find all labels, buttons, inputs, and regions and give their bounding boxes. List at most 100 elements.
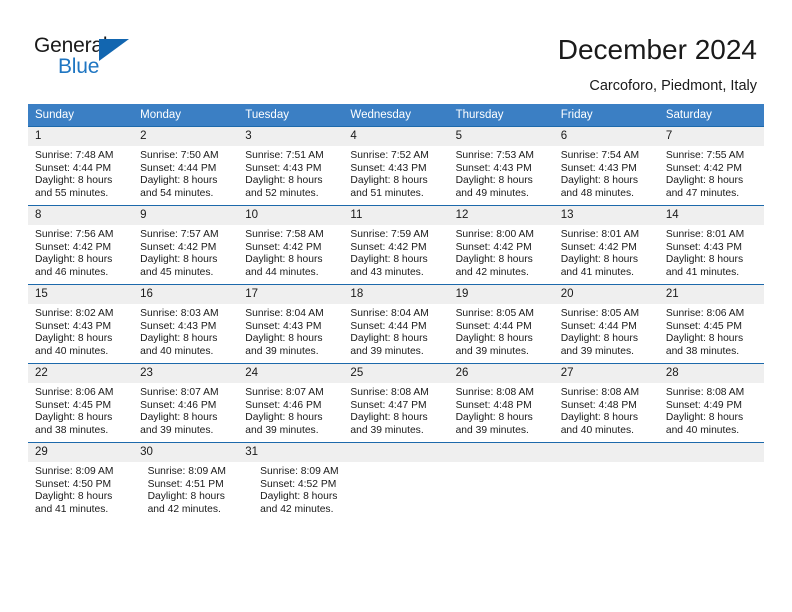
day-number[interactable]: 18 (343, 285, 448, 304)
sunrise-text: Sunrise: 8:04 AM (245, 308, 324, 319)
weekday-header-row: Sunday Monday Tuesday Wednesday Thursday… (28, 104, 764, 126)
day-number[interactable]: 27 (554, 364, 659, 383)
sunset-text: Sunset: 4:43 PM (245, 320, 322, 332)
sunset-text: Sunset: 4:44 PM (140, 162, 217, 174)
day-number[interactable]: 1 (28, 127, 133, 146)
daylight-text-cont: and 54 minutes. (140, 187, 214, 199)
day-number[interactable]: 25 (343, 364, 448, 383)
day-number[interactable]: 30 (133, 443, 238, 462)
sunrise-text: Sunrise: 8:06 AM (665, 308, 745, 319)
calendar-page: General Blue December 2024 Carcoforo, Pi… (0, 0, 792, 612)
sunrise-text: Sunrise: 8:08 AM (350, 387, 429, 398)
day-cell: Sunrise: 8:09 AM Sunset: 4:52 PM Dayligh… (253, 462, 366, 521)
sunset-text: Sunset: 4:44 PM (560, 320, 637, 332)
daylight-text-cont: and 51 minutes. (350, 187, 424, 199)
day-number[interactable]: 14 (659, 206, 764, 225)
daylight-text: Daylight: 8 hours (260, 491, 338, 503)
daylight-text-cont: and 52 minutes. (245, 187, 319, 199)
day-number-row: 15 16 17 18 19 20 21 (28, 285, 764, 304)
daylight-text: Daylight: 8 hours (455, 412, 533, 424)
day-number[interactable]: 28 (659, 364, 764, 383)
day-detail-row: Sunrise: 8:02 AM Sunset: 4:43 PM Dayligh… (28, 304, 764, 363)
daylight-text-cont: and 45 minutes. (140, 266, 214, 278)
day-cell: Sunrise: 8:05 AM Sunset: 4:44 PM Dayligh… (449, 304, 554, 363)
day-cell: Sunrise: 8:00 AM Sunset: 4:42 PM Dayligh… (449, 225, 554, 284)
sunrise-text: Sunrise: 7:48 AM (35, 150, 114, 161)
daylight-text: Daylight: 8 hours (455, 254, 533, 266)
calendar-week-row: 1 2 3 4 5 6 7 Sunrise: 7:48 AM Sunset: 4… (28, 126, 764, 205)
calendar-week-row: 29 30 31 Sunrise: 8:09 AM Sunset: 4:50 P… (28, 442, 764, 521)
day-number[interactable]: 5 (449, 127, 554, 146)
weekday-header-saturday: Saturday (665, 109, 712, 121)
daylight-text-cont: and 42 minutes. (455, 266, 529, 278)
day-number[interactable]: 4 (343, 127, 448, 146)
sunset-text: Sunset: 4:50 PM (35, 478, 112, 490)
day-number[interactable]: 31 (238, 443, 343, 462)
sunset-text: Sunset: 4:42 PM (455, 241, 532, 253)
sunset-text: Sunset: 4:42 PM (560, 241, 637, 253)
daylight-text-cont: and 38 minutes. (35, 424, 109, 436)
sunrise-text: Sunrise: 8:05 AM (560, 308, 640, 319)
day-number[interactable]: 11 (343, 206, 448, 225)
general-blue-logo[interactable]: General Blue (34, 34, 214, 84)
day-number[interactable]: 24 (238, 364, 343, 383)
daylight-text: Daylight: 8 hours (35, 175, 113, 187)
daylight-text: Daylight: 8 hours (245, 175, 323, 187)
day-number[interactable]: 12 (449, 206, 554, 225)
sunset-text: Sunset: 4:44 PM (350, 320, 427, 332)
day-number-row: 1 2 3 4 5 6 7 (28, 127, 764, 146)
sunset-text: Sunset: 4:45 PM (665, 320, 742, 332)
page-subtitle: Carcoforo, Piedmont, Italy (589, 78, 757, 94)
day-number[interactable]: 10 (238, 206, 343, 225)
sunrise-text: Sunrise: 8:08 AM (455, 387, 534, 398)
daylight-text: Daylight: 8 hours (140, 254, 218, 266)
sunrise-text: Sunrise: 7:55 AM (665, 150, 745, 161)
day-number[interactable]: 16 (133, 285, 238, 304)
daylight-text: Daylight: 8 hours (35, 491, 113, 503)
day-number[interactable]: 9 (133, 206, 238, 225)
day-number[interactable]: 26 (449, 364, 554, 383)
day-cell: Sunrise: 7:59 AM Sunset: 4:42 PM Dayligh… (343, 225, 448, 284)
daylight-text-cont: and 44 minutes. (245, 266, 319, 278)
sunrise-text: Sunrise: 7:57 AM (140, 229, 219, 240)
sunrise-text: Sunrise: 8:03 AM (140, 308, 219, 319)
day-number[interactable]: 7 (659, 127, 764, 146)
daylight-text-cont: and 39 minutes. (140, 424, 214, 436)
daylight-text: Daylight: 8 hours (35, 333, 113, 345)
day-cell: Sunrise: 7:51 AM Sunset: 4:43 PM Dayligh… (238, 146, 343, 205)
day-number[interactable]: 19 (449, 285, 554, 304)
day-number[interactable]: 29 (28, 443, 133, 462)
day-number[interactable]: 8 (28, 206, 133, 225)
day-cell: Sunrise: 8:09 AM Sunset: 4:50 PM Dayligh… (28, 462, 141, 521)
sunrise-text: Sunrise: 8:04 AM (350, 308, 429, 319)
day-number[interactable]: 21 (659, 285, 764, 304)
day-number[interactable]: 23 (133, 364, 238, 383)
day-cell: Sunrise: 8:04 AM Sunset: 4:43 PM Dayligh… (238, 304, 343, 363)
sunrise-text: Sunrise: 8:02 AM (35, 308, 114, 319)
calendar-week-row: 8 9 10 11 12 13 14 Sunrise: 7:56 AM Suns… (28, 205, 764, 284)
daylight-text: Daylight: 8 hours (245, 412, 323, 424)
day-number[interactable]: 17 (238, 285, 343, 304)
day-number[interactable]: 20 (554, 285, 659, 304)
sunset-text: Sunset: 4:42 PM (35, 241, 112, 253)
daylight-text: Daylight: 8 hours (350, 333, 428, 345)
sunset-text: Sunset: 4:43 PM (350, 162, 427, 174)
daylight-text-cont: and 39 minutes. (455, 345, 529, 357)
day-number[interactable]: 13 (554, 206, 659, 225)
sunrise-text: Sunrise: 7:51 AM (245, 150, 324, 161)
day-number[interactable]: 6 (554, 127, 659, 146)
day-cell: Sunrise: 8:09 AM Sunset: 4:51 PM Dayligh… (141, 462, 254, 521)
day-number[interactable]: 3 (238, 127, 343, 146)
day-number[interactable]: 2 (133, 127, 238, 146)
daylight-text: Daylight: 8 hours (560, 175, 638, 187)
daylight-text-cont: and 39 minutes. (245, 345, 319, 357)
daylight-text-cont: and 48 minutes. (560, 187, 634, 199)
sunset-text: Sunset: 4:43 PM (665, 241, 742, 253)
day-cell: Sunrise: 7:56 AM Sunset: 4:42 PM Dayligh… (28, 225, 133, 284)
day-number[interactable]: 22 (28, 364, 133, 383)
day-cell: Sunrise: 7:50 AM Sunset: 4:44 PM Dayligh… (133, 146, 238, 205)
daylight-text: Daylight: 8 hours (245, 254, 323, 266)
day-number[interactable]: 15 (28, 285, 133, 304)
sunset-text: Sunset: 4:52 PM (260, 478, 337, 490)
logo-word-blue: Blue (58, 55, 100, 78)
